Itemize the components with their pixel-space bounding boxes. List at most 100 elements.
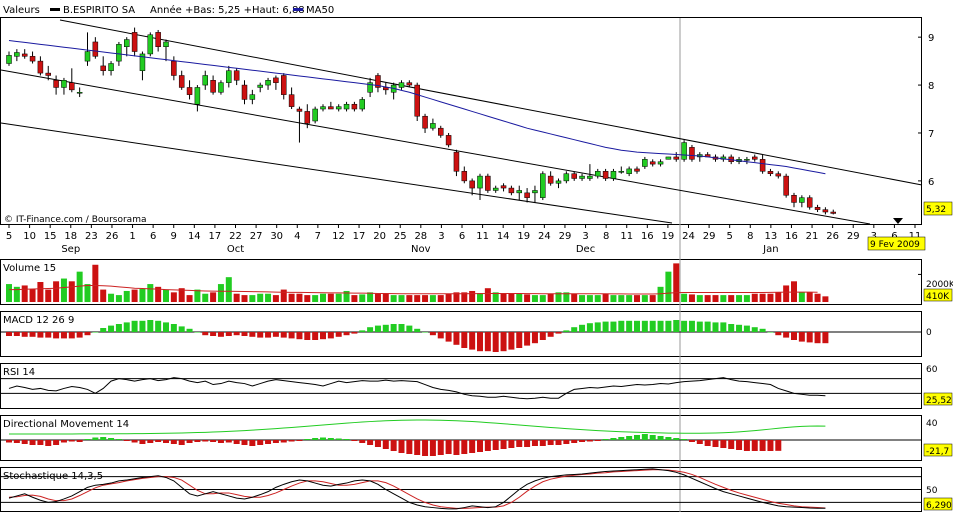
dm-bar-down: [123, 440, 130, 441]
macd-bar-down: [6, 332, 12, 336]
dm-bar-down: [210, 440, 217, 442]
x-month-label: Oct: [227, 244, 244, 255]
dm-bar-down: [492, 440, 499, 450]
macd-bar-down: [437, 332, 444, 339]
volume-bar-down: [508, 293, 515, 302]
macd-bar-up: [751, 327, 758, 332]
dm-bar-down: [390, 440, 397, 451]
candle-down: [830, 211, 836, 214]
volume-bar-down: [704, 295, 711, 302]
macd-bar-down: [249, 332, 256, 337]
volume-bar-up: [147, 284, 154, 302]
candle-down: [602, 171, 609, 179]
header-prefix: Valeurs: [3, 5, 40, 16]
candle-down: [438, 127, 444, 136]
x-day-label: 30: [270, 231, 283, 242]
volume-bar-down: [783, 285, 790, 302]
dm-adx-line: [8, 419, 826, 435]
macd-bar-up: [163, 322, 169, 332]
dm-bar-up: [304, 439, 311, 440]
candle-up: [84, 51, 91, 62]
volume-bar-down: [445, 293, 452, 302]
volume-bar-up: [335, 293, 342, 302]
candle-up: [124, 39, 130, 47]
dm-bar-down: [500, 440, 507, 449]
candle-down: [304, 111, 311, 124]
volume-title: Volume 15: [3, 263, 56, 274]
volume-bar-up: [743, 295, 750, 302]
dm-bar-down: [555, 440, 562, 445]
price-layer: [6, 27, 836, 215]
volume-bar-down: [571, 293, 578, 302]
volume-bar-up: [249, 295, 256, 302]
x-day-label: 16: [785, 231, 798, 242]
macd-bar-down: [327, 332, 334, 339]
macd-bar-down: [60, 332, 67, 339]
x-day-label: 3: [438, 231, 444, 242]
volume-bar-down: [272, 295, 279, 302]
candle-up: [257, 84, 263, 88]
macd-bar-up: [92, 332, 99, 333]
macd-bar-up: [665, 320, 672, 332]
volume-bar-up: [225, 277, 232, 302]
dm-bar-down: [508, 440, 515, 448]
volume-bar-up: [257, 293, 264, 302]
candle-up: [642, 159, 648, 167]
candle-up: [320, 106, 326, 110]
macd-bar-down: [484, 332, 491, 352]
volume-bar-down: [500, 293, 507, 302]
dm-bar-up: [335, 438, 342, 440]
dm-bar-down: [131, 440, 138, 443]
macd-bar-down: [13, 332, 20, 336]
candle-up: [430, 123, 436, 129]
candle-up: [218, 82, 224, 93]
volume-bar-up: [6, 284, 12, 302]
candle-down: [45, 72, 51, 76]
dm-bar-down: [359, 440, 366, 443]
chart-canvas: Valeurs B.ESPIRITO SA Année +Bas: 5,25 +…: [0, 4, 953, 512]
macd-bar-up: [594, 322, 601, 332]
macd-bar-down: [453, 332, 460, 345]
candle-down: [752, 156, 758, 160]
candle-up: [540, 173, 546, 198]
volume-bar-down: [241, 295, 248, 302]
macd-bar-down: [320, 332, 326, 340]
candle-up: [563, 173, 570, 182]
macd-bar-down: [45, 332, 52, 338]
macd-bar-down: [210, 332, 217, 336]
macd-bar-up: [108, 325, 115, 332]
macd-bar-up: [602, 321, 609, 332]
stoch-title: Stochastique 14,3,5: [3, 471, 103, 482]
macd-bar-down: [539, 332, 546, 340]
dm-bar-down: [382, 440, 389, 449]
price-ytick-label: 8: [928, 81, 934, 92]
indicator-layer: [1, 263, 921, 510]
header-range: Année +Bas: 5,25 +Haut: 6,88: [150, 4, 305, 16]
macd-bar-up: [406, 325, 413, 332]
macd-bar-down: [335, 332, 342, 337]
candle-up: [116, 44, 122, 62]
volume-bar-up: [618, 295, 625, 302]
candle-up: [359, 99, 365, 110]
volume-bar-down: [37, 282, 44, 302]
volume-bar-up: [477, 293, 483, 302]
macd-bar-up: [634, 320, 640, 332]
volume-ytick: 2000K: [926, 280, 953, 290]
rsi-value: 25,52: [926, 396, 952, 406]
candle-down: [100, 65, 106, 71]
x-day-label: 26: [826, 231, 839, 242]
macd-bar-down: [280, 332, 287, 338]
volume-bar-down: [280, 289, 287, 302]
x-day-label: 21: [806, 231, 819, 242]
candle-down: [37, 60, 44, 74]
dm-bar-down: [469, 440, 476, 453]
candle-down: [445, 135, 452, 146]
candle-down: [673, 156, 679, 160]
candle-down: [759, 159, 766, 172]
dm-bar-down: [594, 440, 601, 441]
candle-down: [406, 82, 413, 86]
x-day-label: 26: [106, 231, 119, 242]
dm-bar-down: [516, 440, 523, 447]
x-day-label: 10: [23, 231, 36, 242]
x-day-label: 6: [459, 231, 465, 242]
